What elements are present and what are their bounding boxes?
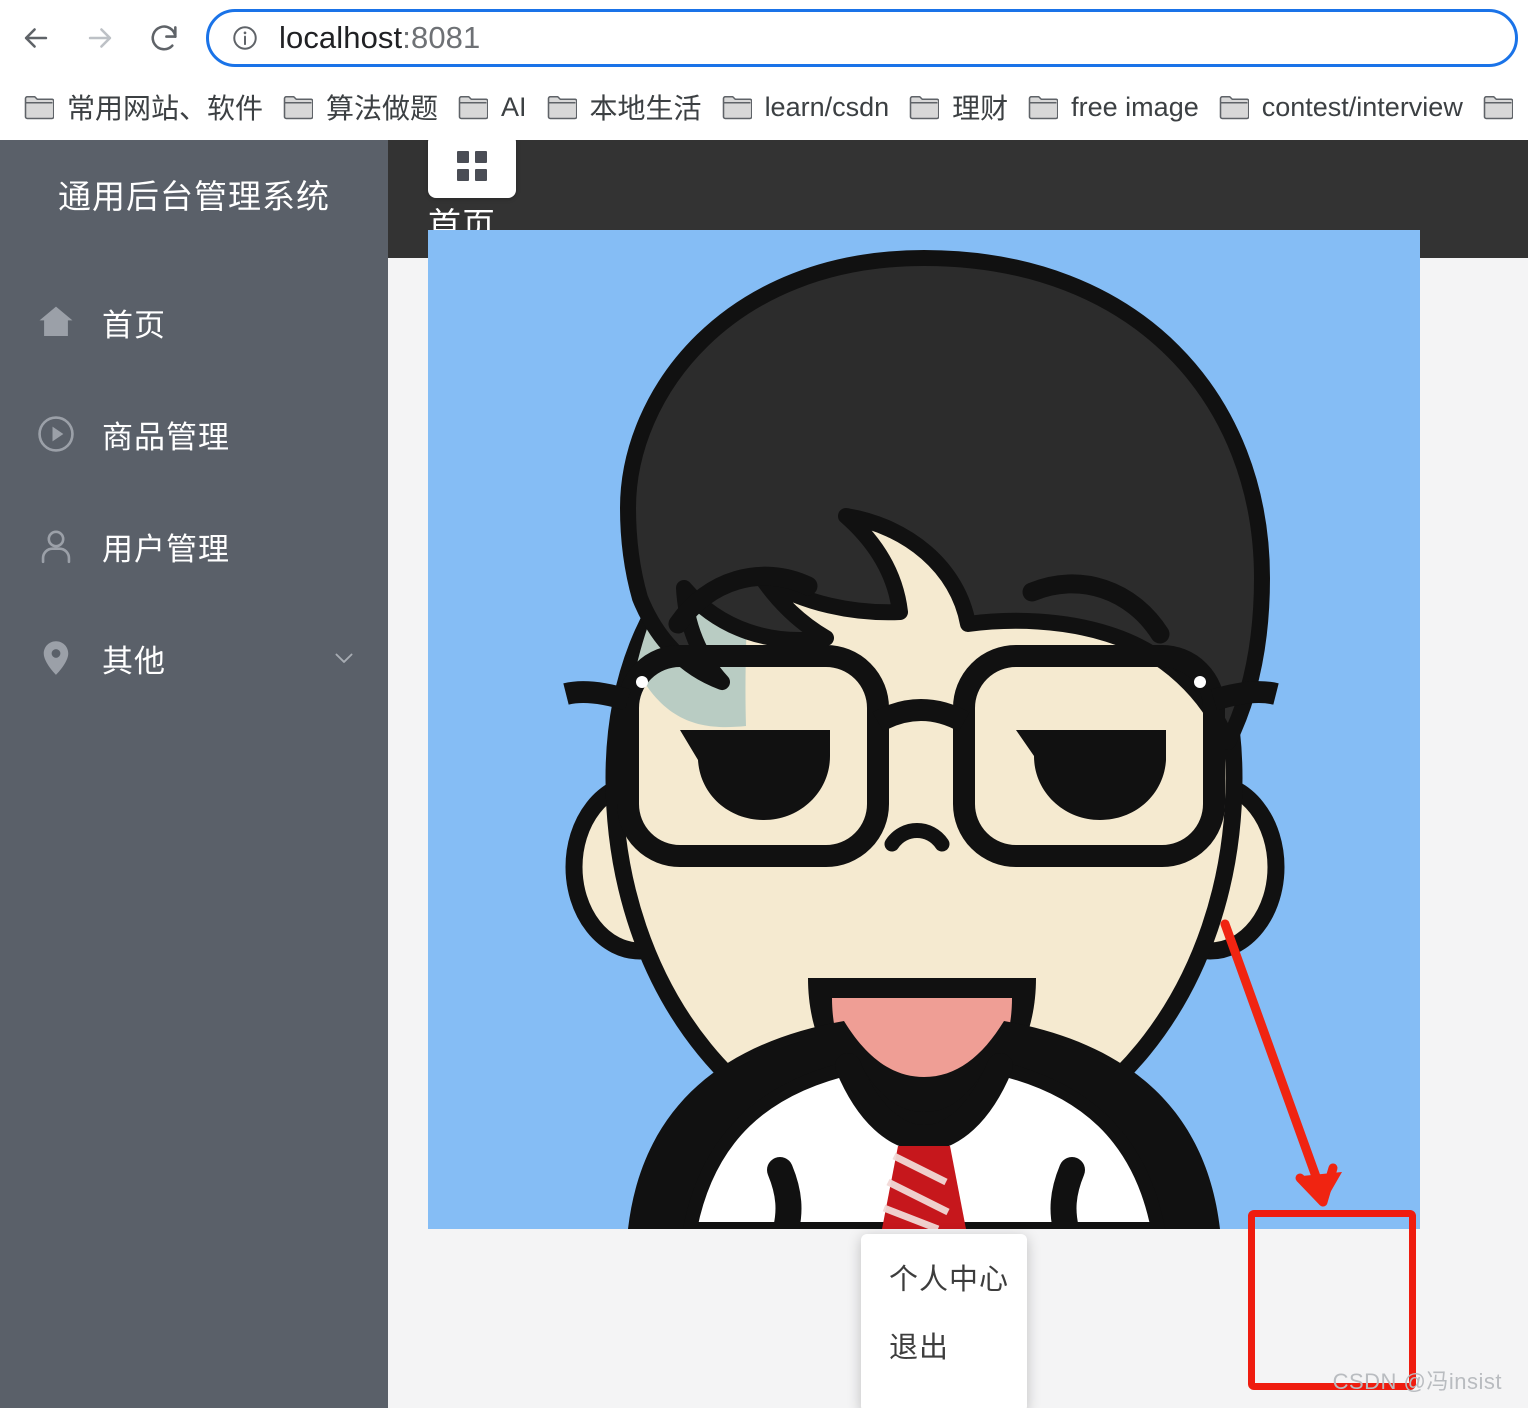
bookmark-item[interactable]: 理财 — [899, 83, 1018, 131]
bookmark-item[interactable]: 本地生活 — [537, 83, 712, 131]
sidebar: 通用后台管理系统 首页 商品管理 用户管理 其他 — [0, 140, 388, 1408]
folder-icon — [24, 95, 54, 120]
url-host: localhost — [279, 20, 403, 55]
user-icon — [34, 524, 78, 568]
sidebar-item-product-management[interactable]: 商品管理 — [0, 378, 388, 490]
user-dropdown-menu: 个人中心 退出 — [861, 1234, 1027, 1408]
folder-icon — [722, 95, 752, 120]
bookmark-label: AI — [501, 91, 527, 122]
sidebar-item-label: 首页 — [102, 307, 166, 343]
watermark: CSDN @冯insist — [1332, 1369, 1502, 1394]
sidebar-menu: 首页 商品管理 用户管理 其他 — [0, 266, 388, 714]
folder-icon — [283, 95, 314, 120]
bookmark-item[interactable]: free image — [1018, 83, 1209, 131]
bookmark-item[interactable]: 算法做题 — [273, 83, 448, 131]
bookmark-item[interactable]: AI — [448, 83, 537, 131]
bookmark-label: contest/interview — [1261, 91, 1463, 122]
info-circle-icon[interactable] — [231, 24, 259, 52]
chevron-down-icon[interactable] — [330, 644, 358, 672]
avatar-image — [428, 230, 1420, 1229]
dropdown-item-logout[interactable]: 退出 — [861, 1308, 1027, 1382]
bookmark-label: 算法做题 — [326, 93, 439, 124]
app-title: 通用后台管理系统 — [58, 178, 330, 215]
sidebar-item-home[interactable]: 首页 — [0, 266, 388, 378]
folder-icon — [547, 95, 577, 120]
browser-chrome: localhost:8081 常用网站、软件 算法做题 AI 本地生活 lear… — [0, 0, 1528, 140]
forward-button[interactable] — [72, 10, 128, 66]
grid-menu-icon — [457, 151, 487, 181]
dropdown-item-personal-center[interactable]: 个人中心 — [861, 1234, 1027, 1308]
bookmark-label: 常用网站、软件 — [67, 93, 264, 124]
sidebar-item-other[interactable]: 其他 — [0, 602, 388, 714]
bookmark-item[interactable]: 常用网站、软件 — [14, 83, 273, 131]
bookmarks-bar: 常用网站、软件 算法做题 AI 本地生活 learn/csdn 理财 free … — [0, 76, 1528, 138]
back-arrow-icon — [24, 28, 48, 48]
bookmark-item[interactable]: learn/csdn — [712, 83, 900, 131]
bookmark-item-overflow[interactable] — [1473, 83, 1528, 131]
folder-icon — [458, 95, 489, 120]
sidebar-item-label: 其他 — [102, 643, 166, 679]
reload-button[interactable] — [136, 10, 192, 66]
play-circle-icon — [34, 412, 78, 456]
browser-toolbar: localhost:8081 — [0, 0, 1528, 76]
url-port: :8081 — [402, 20, 481, 55]
bookmark-label: 理财 — [952, 93, 1009, 124]
folder-icon — [909, 95, 940, 120]
folder-icon — [1028, 95, 1059, 120]
folder-icon — [1483, 95, 1513, 120]
bookmark-label: learn/csdn — [764, 91, 890, 122]
bookmark-item[interactable]: contest/interview — [1209, 83, 1473, 131]
home-icon — [34, 300, 78, 344]
cartoon-avatar-illustration — [428, 230, 1420, 1229]
folder-icon — [1219, 95, 1249, 120]
back-button[interactable] — [8, 10, 64, 66]
menu-toggle-button[interactable] — [428, 140, 516, 198]
location-pin-icon — [34, 636, 78, 680]
reload-icon — [151, 25, 177, 51]
sidebar-item-user-management[interactable]: 用户管理 — [0, 490, 388, 602]
bookmark-label: free image — [1071, 91, 1199, 122]
sidebar-item-label: 商品管理 — [102, 419, 230, 455]
admin-app: 通用后台管理系统 首页 商品管理 用户管理 其他 首页 个人中心 退出 — [0, 140, 1528, 1408]
sidebar-item-label: 用户管理 — [102, 531, 230, 567]
address-bar[interactable]: localhost:8081 — [206, 9, 1518, 67]
url-text: localhost:8081 — [279, 20, 480, 56]
forward-arrow-icon — [88, 28, 112, 48]
bookmark-label: 本地生活 — [589, 93, 702, 124]
